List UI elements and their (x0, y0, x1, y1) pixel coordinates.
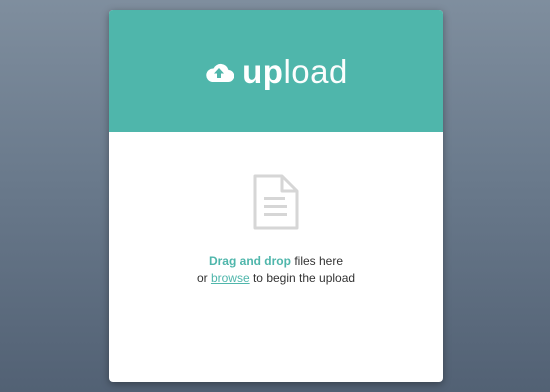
files-here-text: files here (290, 254, 344, 268)
drop-instruction-line1: Drag and drop files here (109, 254, 443, 268)
upload-title-light: load (283, 53, 348, 90)
begin-upload-text: to begin the upload (249, 271, 356, 285)
browse-link[interactable]: browse (211, 271, 250, 285)
upload-card: up load Drag and drop files here or brows… (109, 10, 443, 382)
drag-and-drop-label: Drag and drop (208, 254, 291, 268)
cloud-upload-icon (206, 63, 235, 82)
drop-zone[interactable]: Drag and drop files here or browse to be… (109, 132, 443, 382)
drop-instruction-line2: or browse to begin the upload (109, 271, 443, 285)
upload-title-bold: up (242, 53, 284, 90)
upload-title: up load (204, 55, 348, 88)
document-icon (253, 174, 299, 230)
or-text: or (196, 271, 211, 285)
upload-header: up load (109, 10, 443, 132)
upload-title-text: up load (242, 55, 348, 88)
